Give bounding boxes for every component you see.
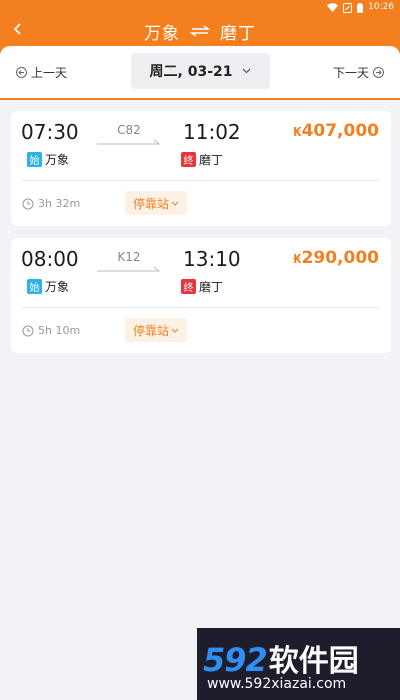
departure-station-name: 万象 <box>45 153 70 167</box>
swap-icon[interactable] <box>190 25 210 37</box>
arrow-left-circle-icon <box>16 67 27 78</box>
watermark-logo: 592 软件园 <box>203 636 359 680</box>
date-bar: 上一天 周二, 03-21 下一天 <box>0 46 400 98</box>
app-header: 10:26 万象 磨丁 上一天 周二, 03-21 下一天 <box>0 0 400 100</box>
route-arrow-icon <box>97 139 161 145</box>
watermark-url: www.592xiazai.com <box>207 676 347 692</box>
battery-icon <box>357 2 364 13</box>
from-city: 万象 <box>144 23 180 44</box>
next-day-label: 下一天 <box>332 66 369 80</box>
arrival-station: 终 磨丁 <box>181 278 223 295</box>
arrow-right-circle-icon <box>373 67 384 78</box>
selected-date: 周二, 03-21 <box>149 64 233 80</box>
ticket-price: ₭290,000 <box>293 248 379 268</box>
site-watermark: 592 软件园 www.592xiazai.com <box>197 628 400 700</box>
status-time: 10:26 <box>368 2 394 12</box>
currency-symbol: ₭ <box>293 252 302 266</box>
arrival-station-name: 磨丁 <box>199 153 224 167</box>
end-badge: 终 <box>181 279 196 294</box>
watermark-digits: 592 <box>203 641 268 679</box>
train-card[interactable]: 08:00 K12 13:10 ₭290,000 始 万象 终 磨丁 5h 10… <box>11 238 391 353</box>
chevron-down-icon <box>171 328 179 333</box>
clock-icon <box>22 198 34 209</box>
card-divider <box>21 307 381 308</box>
ticket-price: ₭407,000 <box>293 121 379 141</box>
stops-button[interactable]: 停靠站 <box>125 318 188 342</box>
currency-symbol: ₭ <box>293 125 302 139</box>
train-number: C82 <box>117 123 141 137</box>
start-badge: 始 <box>27 152 42 167</box>
wifi-icon <box>327 3 339 12</box>
chevron-down-icon <box>171 201 179 206</box>
train-card[interactable]: 07:30 C82 11:02 ₭407,000 始 万象 终 磨丁 3h 32… <box>11 111 391 226</box>
train-number: K12 <box>117 250 141 264</box>
status-icons: 10:26 <box>327 2 394 13</box>
arrival-station-name: 磨丁 <box>199 280 224 294</box>
departure-station: 始 万象 <box>27 151 69 168</box>
card-divider <box>21 180 381 181</box>
end-badge: 终 <box>181 152 196 167</box>
price-value: 290,000 <box>301 248 379 268</box>
route-arrow-icon <box>97 266 161 272</box>
travel-duration: 3h 32m <box>22 197 80 210</box>
chevron-down-icon <box>243 68 251 74</box>
arrival-time: 13:10 <box>183 247 241 271</box>
departure-station-name: 万象 <box>45 280 70 294</box>
route-title: 万象 磨丁 <box>0 18 400 44</box>
departure-time: 08:00 <box>21 247 79 271</box>
watermark-text: 软件园 <box>268 644 359 679</box>
duration-text: 5h 10m <box>38 324 81 337</box>
start-badge: 始 <box>27 279 42 294</box>
status-bar: 10:26 <box>0 0 400 16</box>
arrival-time: 11:02 <box>183 120 241 144</box>
arrival-station: 终 磨丁 <box>181 151 223 168</box>
travel-duration: 5h 10m <box>22 324 80 337</box>
prev-day-button[interactable]: 上一天 <box>16 64 67 81</box>
departure-time: 07:30 <box>21 120 79 144</box>
departure-station: 始 万象 <box>27 278 69 295</box>
next-day-button[interactable]: 下一天 <box>333 64 384 81</box>
clock-icon <box>22 325 34 336</box>
date-picker[interactable]: 周二, 03-21 <box>131 53 270 89</box>
price-value: 407,000 <box>301 121 379 141</box>
to-city: 磨丁 <box>220 23 256 44</box>
duration-text: 3h 32m <box>38 197 81 210</box>
stops-label: 停靠站 <box>133 196 170 211</box>
stops-label: 停靠站 <box>133 323 170 338</box>
stops-button[interactable]: 停靠站 <box>125 191 188 215</box>
sim-icon <box>343 2 353 13</box>
prev-day-label: 上一天 <box>31 66 68 80</box>
